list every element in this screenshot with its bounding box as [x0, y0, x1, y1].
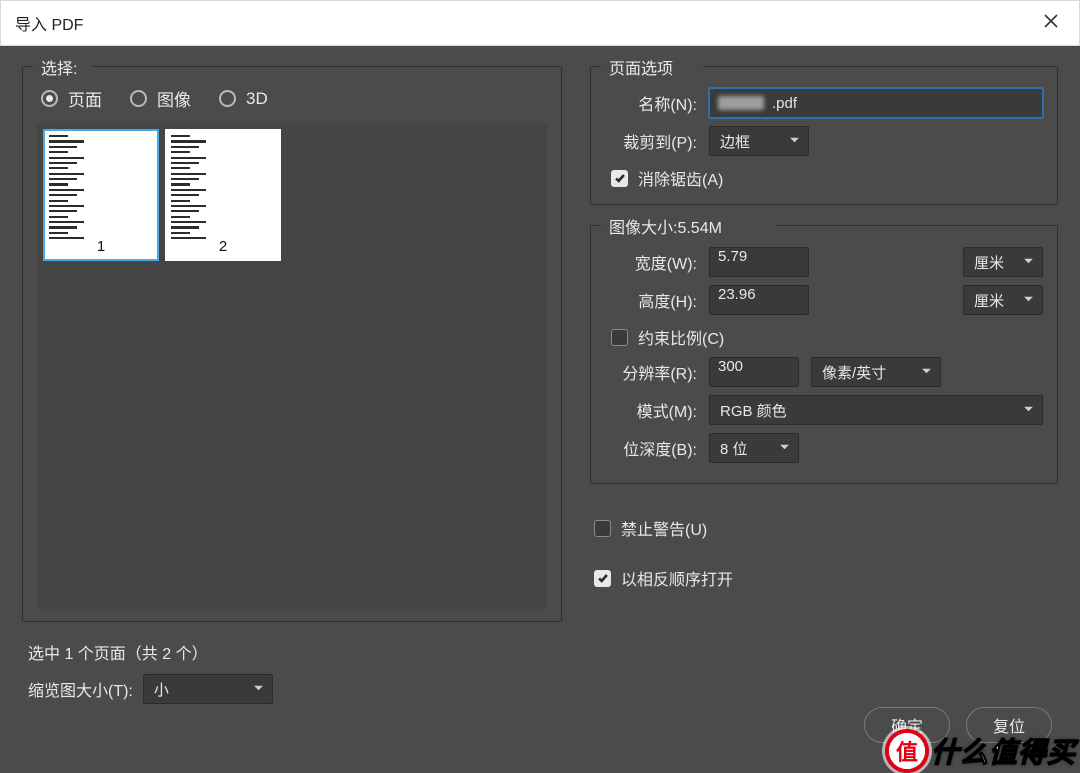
- dialog-button-row: 确定 复位: [864, 707, 1052, 743]
- radio-pages-label: 页面: [68, 86, 102, 111]
- height-unit-select[interactable]: 厘米: [963, 285, 1043, 315]
- width-input[interactable]: 5.79: [709, 247, 809, 277]
- redacted-text: [718, 96, 764, 110]
- crop-select[interactable]: 边框: [709, 126, 809, 156]
- dialog-body: 选择: 页面 图像 3D: [0, 46, 1080, 773]
- bitdepth-select[interactable]: 8 位: [709, 433, 799, 463]
- chevron-down-icon: [1023, 292, 1034, 309]
- import-pdf-dialog: 导入 PDF 选择: 页面: [0, 0, 1080, 773]
- radio-3d-label: 3D: [246, 89, 268, 109]
- suppress-warnings-label: 禁止警告(U): [621, 516, 707, 540]
- name-value: .pdf: [772, 95, 797, 112]
- bitdepth-value: 8 位: [720, 438, 748, 459]
- suppress-warnings-checkbox[interactable]: [594, 520, 611, 537]
- radio-pages[interactable]: 页面: [41, 86, 102, 111]
- thumb-page-number: 1: [45, 238, 157, 255]
- thumb-page-number: 2: [167, 238, 279, 255]
- misc-options: 禁止警告(U) 以相反顺序打开: [590, 504, 1058, 594]
- titlebar: 导入 PDF: [0, 0, 1080, 46]
- crop-value: 边框: [720, 131, 750, 152]
- height-label: 高度(H):: [605, 288, 697, 312]
- mode-select[interactable]: RGB 颜色: [709, 395, 1043, 425]
- reverse-order-label: 以相反顺序打开: [621, 566, 733, 590]
- ok-button[interactable]: 确定: [864, 707, 950, 743]
- crop-label: 裁剪到(P):: [605, 129, 697, 153]
- width-unit-value: 厘米: [974, 252, 1004, 273]
- window-title: 导入 PDF: [15, 11, 83, 35]
- chevron-down-icon: [779, 440, 790, 457]
- select-group: 选择: 页面 图像 3D: [22, 66, 562, 622]
- chevron-down-icon: [789, 133, 800, 150]
- chevron-down-icon: [253, 681, 264, 698]
- thumb-size-value: 小: [154, 679, 169, 700]
- radio-images[interactable]: 图像: [130, 86, 191, 111]
- name-label: 名称(N):: [605, 91, 697, 115]
- resolution-unit-select[interactable]: 像素/英寸: [811, 357, 941, 387]
- thumbnail-area[interactable]: 1 2: [37, 123, 547, 609]
- constrain-checkbox[interactable]: [611, 329, 628, 346]
- height-input[interactable]: 23.96: [709, 285, 809, 315]
- page-thumbnail[interactable]: 2: [165, 129, 281, 261]
- thumb-size-label: 缩览图大小(T):: [28, 677, 133, 701]
- resolution-label: 分辨率(R):: [605, 360, 697, 384]
- select-legend: 选择:: [37, 55, 81, 79]
- select-radio-row: 页面 图像 3D: [37, 80, 547, 123]
- radio-dot-icon: [41, 90, 58, 107]
- radio-images-label: 图像: [157, 86, 191, 111]
- width-label: 宽度(W):: [605, 250, 697, 274]
- close-button[interactable]: [1037, 9, 1065, 37]
- antialias-checkbox[interactable]: [611, 170, 628, 187]
- selection-status: 选中 1 个页面（共 2 个）: [22, 622, 562, 670]
- chevron-down-icon: [921, 364, 932, 381]
- image-size-legend: 图像大小:5.54M: [605, 214, 726, 238]
- reverse-order-checkbox[interactable]: [594, 570, 611, 587]
- chevron-down-icon: [1023, 254, 1034, 271]
- reset-button[interactable]: 复位: [966, 707, 1052, 743]
- width-unit-select[interactable]: 厘米: [963, 247, 1043, 277]
- thumb-size-select[interactable]: 小: [143, 674, 273, 704]
- resolution-input[interactable]: 300: [709, 357, 799, 387]
- mode-label: 模式(M):: [605, 398, 697, 422]
- page-thumbnail[interactable]: 1: [43, 129, 159, 261]
- chevron-down-icon: [1023, 402, 1034, 419]
- bitdepth-label: 位深度(B):: [605, 436, 697, 460]
- antialias-label: 消除锯齿(A): [638, 166, 723, 190]
- radio-3d[interactable]: 3D: [219, 89, 268, 109]
- radio-dot-icon: [219, 90, 236, 107]
- name-input[interactable]: .pdf: [709, 88, 1043, 118]
- page-options-group: 页面选项 名称(N): .pdf 裁剪到(P): 边框: [590, 66, 1058, 205]
- mode-value: RGB 颜色: [720, 400, 787, 421]
- page-options-legend: 页面选项: [605, 55, 677, 79]
- close-icon: [1043, 12, 1059, 35]
- height-unit-value: 厘米: [974, 290, 1004, 311]
- constrain-label: 约束比例(C): [638, 325, 724, 349]
- resolution-unit-value: 像素/英寸: [822, 362, 886, 383]
- radio-dot-icon: [130, 90, 147, 107]
- image-size-group: 图像大小:5.54M 宽度(W): 5.79 厘米 高度(H): 23.96: [590, 225, 1058, 484]
